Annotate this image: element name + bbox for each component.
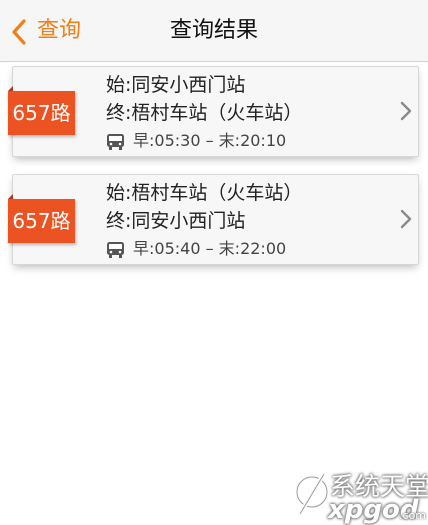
service-hours-text: 早:05:30 – 末:20:10 [133, 131, 287, 150]
service-hours-text: 早:05:40 – 末:22:00 [133, 239, 287, 258]
bus-icon [107, 134, 124, 150]
end-station: 终:梧村车站（火车站） [106, 102, 303, 124]
bus-icon [107, 242, 124, 258]
route-number-badge: 657路 [8, 86, 75, 135]
start-station: 始:梧村车站（火车站） [106, 182, 303, 204]
start-station: 始:同安小西门站 [106, 74, 246, 96]
back-label: 查询 [37, 18, 82, 43]
chevron-left-icon [12, 19, 26, 45]
end-station: 终:同安小西门站 [106, 210, 246, 232]
route-number-badge: 657路 [8, 194, 75, 243]
chevron-right-icon [400, 209, 412, 229]
navigation-bar: 查询 查询结果 [0, 0, 428, 62]
route-result-card[interactable]: 657路 始:梧村车站（火车站） 终:同安小西门站 早:05:40 – 末:22… [8, 174, 419, 265]
watermark: 系统天堂 xpgod .com [294, 470, 428, 524]
back-button[interactable]: 查询 [0, 0, 100, 62]
watermark-logo-icon [295, 472, 329, 516]
watermark-domain: .com [399, 509, 426, 522]
route-result-card[interactable]: 657路 始:同安小西门站 终:梧村车站（火车站） 早:05:30 – 末:20… [8, 66, 419, 157]
chevron-right-icon [400, 101, 412, 121]
